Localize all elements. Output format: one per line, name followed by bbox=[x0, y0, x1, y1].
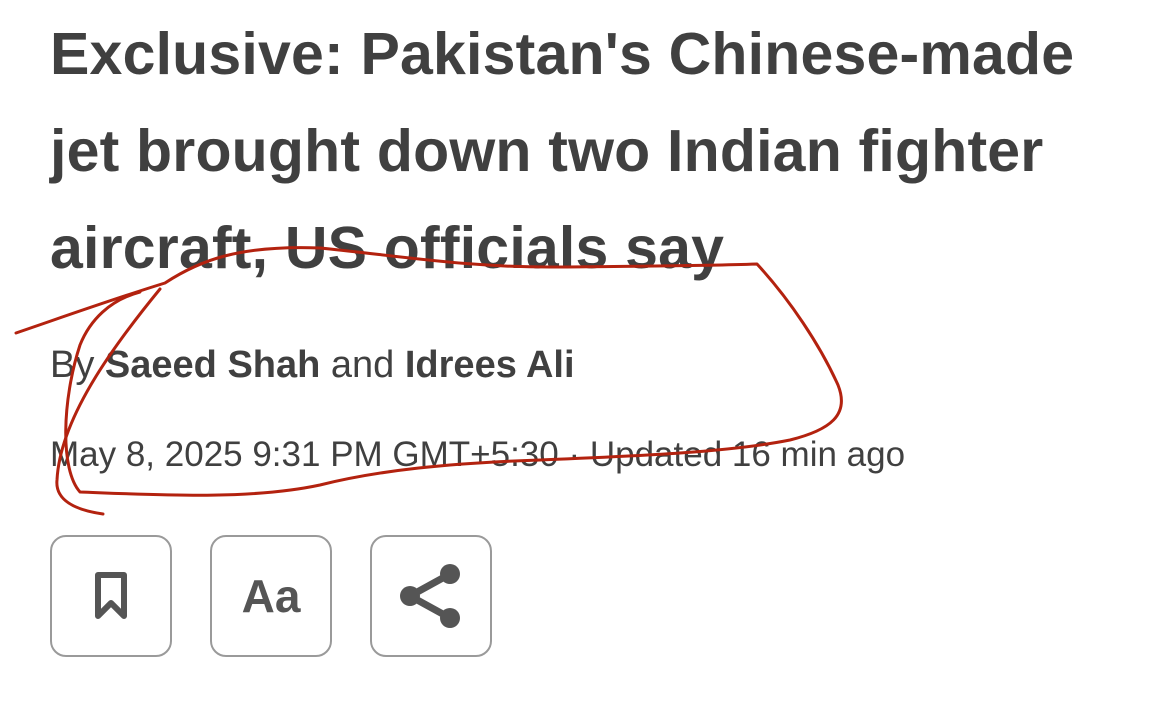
bookmark-icon bbox=[94, 572, 128, 620]
byline: By Saeed Shah and Idrees Ali bbox=[50, 340, 575, 390]
share-icon bbox=[398, 563, 464, 629]
text-size-button[interactable]: Aa bbox=[210, 535, 332, 657]
byline-joiner: and bbox=[330, 344, 395, 386]
dateline: May 8, 2025 9:31 PM GMT+5:30 · Updated 1… bbox=[50, 435, 906, 474]
bookmark-button[interactable] bbox=[50, 535, 172, 657]
author-link-idrees-ali[interactable]: Idrees Ali bbox=[405, 344, 575, 386]
share-button[interactable] bbox=[370, 535, 492, 657]
article-headline: Exclusive: Pakistan's Chinese-made jet b… bbox=[50, 21, 1075, 281]
article-action-bar: Aa bbox=[50, 535, 492, 657]
byline-prefix: By bbox=[50, 344, 95, 386]
text-size-label: Aa bbox=[241, 570, 301, 622]
author-link-saeed-shah[interactable]: Saeed Shah bbox=[105, 344, 320, 386]
